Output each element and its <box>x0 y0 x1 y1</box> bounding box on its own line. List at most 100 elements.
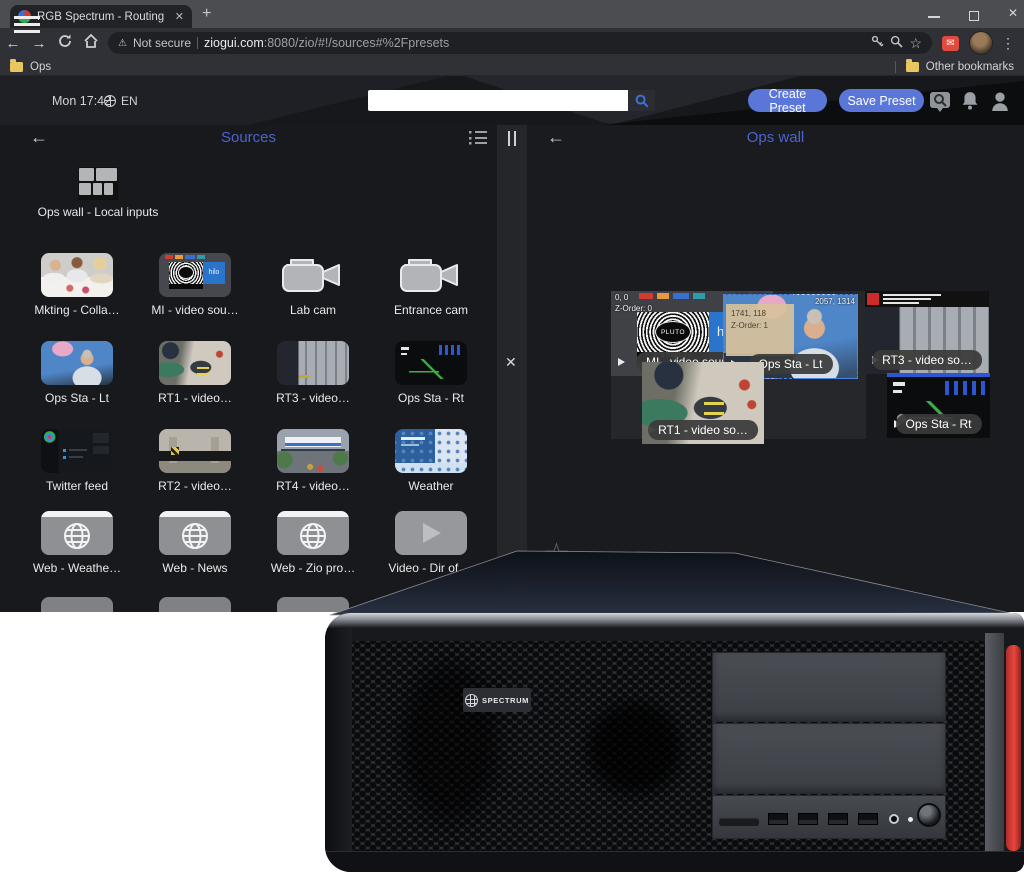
hamburger-menu-icon[interactable] <box>14 16 40 33</box>
source-label: RT2 - video… <box>136 479 254 493</box>
source-tile[interactable]: Lab cam <box>254 253 372 317</box>
folder-icon <box>10 62 23 72</box>
language-globe-icon[interactable] <box>104 95 116 107</box>
language-label[interactable]: EN <box>121 94 138 108</box>
browser-titlebar: RGB Spectrum - Routing ✕ + ✕ <box>0 0 1024 28</box>
magnifier-glyph <box>890 35 903 48</box>
reload-icon[interactable] <box>52 34 78 52</box>
list-view-icon[interactable] <box>468 130 487 145</box>
url-text[interactable]: ziogui.com:8080/zio/#!/sources#%2Fpreset… <box>204 34 449 52</box>
window-close-button[interactable]: ✕ <box>1008 8 1018 18</box>
zoom-icon[interactable] <box>890 35 903 51</box>
notifications-bell-icon[interactable] <box>961 91 979 116</box>
source-tile[interactable]: Weather <box>372 429 490 493</box>
user-profile-icon[interactable] <box>991 91 1009 116</box>
tab-close-icon[interactable]: ✕ <box>175 10 184 23</box>
panel-close-icon[interactable]: ✕ <box>505 354 517 371</box>
usb-port <box>828 813 848 825</box>
group-tile <box>104 183 113 195</box>
url-path: :8080/zio/#!/sources#%2Fpresets <box>264 36 450 50</box>
address-bar[interactable]: ⚠ Not secure ziogui.com:8080/zio/#!/sour… <box>108 32 932 54</box>
source-tile[interactable]: Entrance cam <box>372 253 490 317</box>
source-label: Lab cam <box>254 303 372 317</box>
bookmark-ops[interactable]: Ops <box>30 61 51 73</box>
window-art: PLUTO <box>655 321 691 343</box>
source-tile[interactable] <box>18 597 136 612</box>
group-tile <box>93 183 102 195</box>
window-zorder: Z-Order: 0 <box>615 304 652 313</box>
person-glyph <box>991 91 1009 111</box>
window-label[interactable]: Ops Sta - Rt <box>895 414 981 434</box>
source-tile[interactable]: RT3 - video… <box>254 341 372 405</box>
source-tile[interactable] <box>136 597 254 612</box>
save-preset-button[interactable]: Save Preset <box>839 89 924 112</box>
source-tile[interactable]: Ops Sta - Rt <box>372 341 490 405</box>
source-tile[interactable]: Mkting - Colla… <box>18 253 136 317</box>
create-preset-button[interactable]: Create Preset <box>748 89 827 112</box>
source-thumbnail <box>41 429 113 473</box>
search-button[interactable] <box>628 90 655 111</box>
source-tile[interactable]: hilo MI - video sou… <box>136 253 254 317</box>
source-tile[interactable]: RT1 - video… <box>136 341 254 405</box>
source-thumbnail <box>395 429 467 473</box>
wall-window-rt1[interactable]: RT1 - video so… <box>642 362 764 444</box>
screen: RGB Spectrum - Routing ✕ + ✕ ← → ⚠ Not s… <box>0 0 1024 878</box>
source-tile[interactable]: RT2 - video… <box>136 429 254 493</box>
reload-glyph <box>58 34 72 48</box>
preview-monitor-icon[interactable] <box>929 90 951 117</box>
window-label[interactable]: RT1 - video so… <box>648 420 758 440</box>
forward-icon[interactable]: → <box>26 35 52 52</box>
mail-extension-icon[interactable]: ✉ <box>942 36 959 51</box>
globe-icon <box>62 521 92 551</box>
source-tile[interactable]: Twitter feed <box>18 429 136 493</box>
rgb-logo-icon <box>465 694 478 707</box>
clock-label: Mon 17:42 <box>52 94 111 108</box>
chrome-menu-icon[interactable]: ⋮ <box>1001 35 1015 52</box>
back-icon[interactable]: ← <box>0 35 26 52</box>
security-label: Not secure <box>133 36 191 50</box>
wall-window-ops-sta-rt[interactable]: Ops Sta - Rt <box>887 373 990 438</box>
monitor-search-glyph <box>929 90 951 112</box>
sources-panel-title: Sources <box>0 129 497 146</box>
source-thumbnail <box>159 429 231 473</box>
group-tile <box>96 168 117 181</box>
source-tile[interactable]: Web - News <box>136 511 254 575</box>
thumb-art <box>165 255 225 259</box>
bookmarks-divider <box>895 61 896 73</box>
usb-port <box>798 813 818 825</box>
source-thumbnail: hilo <box>159 253 231 297</box>
profile-avatar[interactable] <box>969 31 993 55</box>
power-led <box>908 817 913 822</box>
password-key-icon[interactable] <box>871 35 884 51</box>
source-tile[interactable]: Ops Sta - Lt <box>18 341 136 405</box>
chassis-edge <box>985 633 1004 851</box>
wall-group-icon[interactable] <box>78 167 118 200</box>
security-warning-icon[interactable]: ⚠ <box>118 38 127 49</box>
source-thumbnail <box>277 429 349 473</box>
source-label: RT3 - video… <box>254 391 372 405</box>
source-tile[interactable]: Web - Weathe… <box>18 511 136 575</box>
window-maximize-button[interactable] <box>969 11 979 21</box>
source-thumbnail <box>395 341 467 385</box>
wall-window-rt3[interactable]: RT3 - video so… <box>865 291 989 374</box>
usb-port <box>858 813 878 825</box>
home-icon[interactable] <box>78 34 104 52</box>
window-minimize-button[interactable] <box>928 16 940 18</box>
source-thumbnail <box>41 597 113 612</box>
drag-handle-icon[interactable] <box>508 131 517 146</box>
other-bookmarks[interactable]: Other bookmarks <box>926 61 1014 73</box>
brand-label: SPECTRUM <box>482 696 529 705</box>
bell-glyph <box>961 91 979 111</box>
window-label[interactable]: RT3 - video so… <box>872 350 982 370</box>
device-photo: SPECTRUM <box>300 535 1024 878</box>
bookmark-star-icon[interactable]: ☆ <box>909 35 922 52</box>
play-icon[interactable] <box>618 358 625 366</box>
search-input[interactable] <box>368 90 628 111</box>
source-thumbnail <box>277 341 349 385</box>
source-thumbnail <box>41 341 113 385</box>
source-label: Ops Sta - Lt <box>18 391 136 405</box>
globe-icon <box>180 521 210 551</box>
source-tile[interactable]: RT4 - video… <box>254 429 372 493</box>
usb-port <box>768 813 788 825</box>
new-tab-button[interactable]: + <box>202 6 211 22</box>
